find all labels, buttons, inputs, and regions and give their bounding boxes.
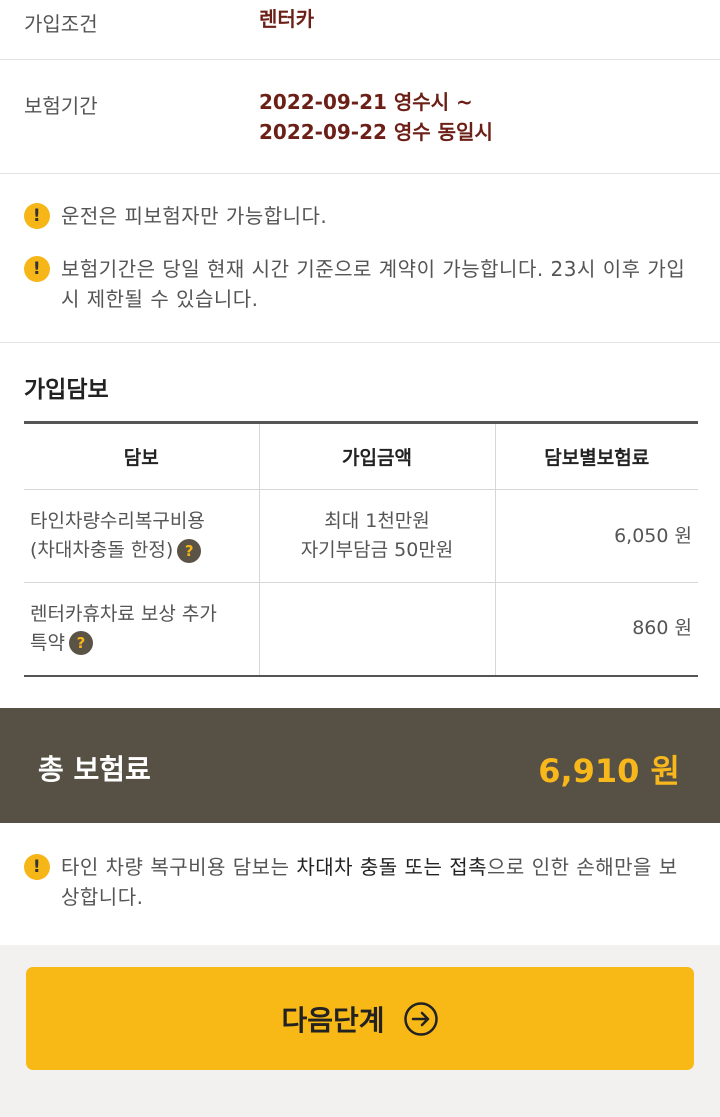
table-row: 렌터카휴차료 보상 추가 특약? 860 원 xyxy=(24,582,698,677)
notice-period: ! 보험기간은 당일 현재 시간 기준으로 계약이 가능합니다. 23시 이후 … xyxy=(24,254,696,314)
warning-icon: ! xyxy=(24,256,50,282)
table-row: 타인차량수리복구비용 (차대차충돌 한정)? 최대 1천만원 자기부담금 50만… xyxy=(24,489,698,583)
total-value: 6,910 원 xyxy=(538,752,680,790)
coverage-premium: 6,050 원 xyxy=(494,489,698,583)
notice-text: 타인 차량 복구비용 담보는 차대차 충돌 또는 접촉으로 인한 손해만을 보상… xyxy=(61,855,678,909)
coverage-amount xyxy=(258,582,495,677)
condition-row: 가입조건 렌터카 xyxy=(0,0,720,60)
coverage-amount: 최대 1천만원 자기부담금 50만원 xyxy=(258,489,495,583)
total-premium-bar: 총 보험료 6,910 원 xyxy=(0,708,720,823)
notice-text: 보험기간은 당일 현재 시간 기준으로 계약이 가능합니다. 23시 이후 가입… xyxy=(61,257,686,311)
period-end: 2022-09-22 영수 동일시 xyxy=(259,120,493,144)
period-start: 2022-09-21 영수시 ~ xyxy=(259,90,473,114)
notice-coverage-scope: ! 타인 차량 복구비용 담보는 차대차 충돌 또는 접촉으로 인한 손해만을 … xyxy=(24,852,696,912)
help-icon[interactable]: ? xyxy=(177,538,202,563)
column-header: 담보별보험료 xyxy=(494,421,698,490)
column-header: 담보 xyxy=(24,421,259,490)
column-header: 가입금액 xyxy=(258,421,495,490)
notice-highlight: 차대차 충돌 또는 접촉 xyxy=(296,855,488,879)
warning-icon: ! xyxy=(24,203,50,229)
arrow-right-circle-icon xyxy=(403,1001,438,1036)
condition-label: 가입조건 xyxy=(24,12,98,36)
notice-text: 운전은 피보험자만 가능합니다. xyxy=(61,204,328,228)
coverage-name: 렌터카휴차료 보상 추가 특약? xyxy=(24,582,259,677)
next-step-label: 다음단계 xyxy=(281,1003,385,1037)
total-label: 총 보험료 xyxy=(38,753,151,786)
coverage-table: 담보 가입금액 담보별보험료 타인차량수리복구비용 (차대차충돌 한정)? 최대… xyxy=(24,421,698,677)
section-title: 가입담보 xyxy=(24,377,109,403)
next-step-button[interactable]: 다음단계 xyxy=(26,967,694,1070)
condition-value: 렌터카 xyxy=(259,7,315,31)
period-row: 보험기간 2022-09-21 영수시 ~ 2022-09-22 영수 동일시 xyxy=(0,60,720,174)
table-header-row: 담보 가입금액 담보별보험료 xyxy=(24,421,698,490)
notice-driver: ! 운전은 피보험자만 가능합니다. xyxy=(24,201,696,231)
coverage-name: 타인차량수리복구비용 (차대차충돌 한정)? xyxy=(24,489,259,583)
footer: 다음단계 xyxy=(0,945,720,1117)
help-icon[interactable]: ? xyxy=(68,631,93,656)
warning-icon: ! xyxy=(24,854,50,880)
period-label: 보험기간 xyxy=(24,94,98,118)
period-value: 2022-09-21 영수시 ~ 2022-09-22 영수 동일시 xyxy=(259,87,493,147)
coverage-premium: 860 원 xyxy=(494,582,698,677)
